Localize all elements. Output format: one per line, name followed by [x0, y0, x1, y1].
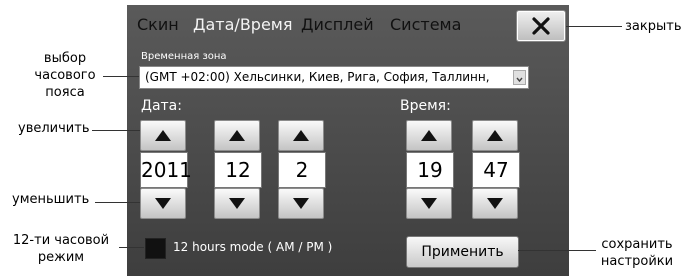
hour-decrease-button[interactable]: [406, 188, 452, 219]
arrow-down-icon: [155, 198, 171, 209]
year-decrease-button[interactable]: [140, 188, 186, 219]
timezone-label: Временная зона: [141, 51, 227, 62]
tab-display[interactable]: Дисплей: [301, 15, 374, 34]
chevron-down-icon[interactable]: [513, 70, 526, 85]
hour-value: 19: [406, 152, 454, 188]
mode12-label: 12 hours mode ( AM / PM ): [173, 240, 333, 254]
year-increase-button[interactable]: [140, 120, 186, 151]
callout-timezone: выбор часового пояса: [20, 50, 110, 101]
month-decrease-button[interactable]: [214, 188, 260, 219]
close-button[interactable]: [516, 10, 566, 42]
callout-mode12: 12-ти часовой режим: [3, 232, 119, 266]
time-label: Время:: [400, 98, 451, 114]
callout-timezone-line1: выбор: [43, 51, 87, 66]
callout-timezone-line3: пояса: [45, 85, 85, 100]
hour-increase-button[interactable]: [406, 120, 452, 151]
callout-save-line2: настройки: [600, 254, 674, 269]
callout-timezone-line2: часового: [34, 68, 96, 83]
callout-increase: увеличить: [18, 121, 90, 136]
minute-value: 47: [472, 152, 520, 188]
mode12-checkbox[interactable]: [145, 238, 166, 259]
callout-decrease: уменьшить: [12, 192, 90, 207]
callout-line-close: [566, 26, 622, 27]
tab-date-time[interactable]: Дата/Время: [193, 15, 293, 34]
minute-decrease-button[interactable]: [472, 188, 518, 219]
arrow-down-icon: [421, 198, 437, 209]
arrow-up-icon: [229, 130, 245, 141]
callout-close: закрыть: [625, 19, 682, 34]
arrow-up-icon: [155, 130, 171, 141]
callout-mode12-line2: режим: [37, 250, 85, 265]
day-decrease-button[interactable]: [278, 188, 324, 219]
callout-line-timezone: [103, 76, 139, 77]
timezone-select[interactable]: (GMT +02:00) Хельсинки, Киев, Рига, Софи…: [139, 66, 529, 89]
apply-button[interactable]: Применить: [406, 236, 519, 268]
arrow-up-icon: [487, 130, 503, 141]
month-value: 12: [214, 152, 262, 188]
arrow-down-icon: [229, 198, 245, 209]
callout-mode12-line1: 12-ти часовой: [12, 233, 110, 248]
callout-line-mode12: [119, 247, 144, 248]
arrow-down-icon: [293, 198, 309, 209]
month-increase-button[interactable]: [214, 120, 260, 151]
day-increase-button[interactable]: [278, 120, 324, 151]
year-spinner: 2011: [140, 120, 192, 219]
callout-line-save: [518, 250, 596, 251]
callout-line-decrease: [95, 202, 140, 203]
tab-skin[interactable]: Скин: [137, 15, 179, 34]
tab-bar: Скин Дата/Время Дисплей Система: [128, 7, 512, 41]
hour-spinner: 19: [406, 120, 454, 219]
arrow-up-icon: [421, 130, 437, 141]
arrow-down-icon: [487, 198, 503, 209]
callout-line-increase: [92, 130, 140, 131]
minute-spinner: 47: [472, 120, 520, 219]
timezone-value: (GMT +02:00) Хельсинки, Киев, Рига, Софи…: [145, 70, 490, 84]
arrow-up-icon: [293, 130, 309, 141]
callout-save-line1: сохранить: [601, 237, 673, 252]
close-icon: [532, 17, 550, 35]
minute-increase-button[interactable]: [472, 120, 518, 151]
callout-save: сохранить настройки: [596, 236, 678, 270]
day-value: 2: [278, 152, 326, 188]
year-value: 2011: [140, 152, 192, 188]
day-spinner: 2: [278, 120, 326, 219]
month-spinner: 12: [214, 120, 262, 219]
date-label: Дата:: [141, 98, 182, 114]
tab-system[interactable]: Система: [390, 15, 461, 34]
